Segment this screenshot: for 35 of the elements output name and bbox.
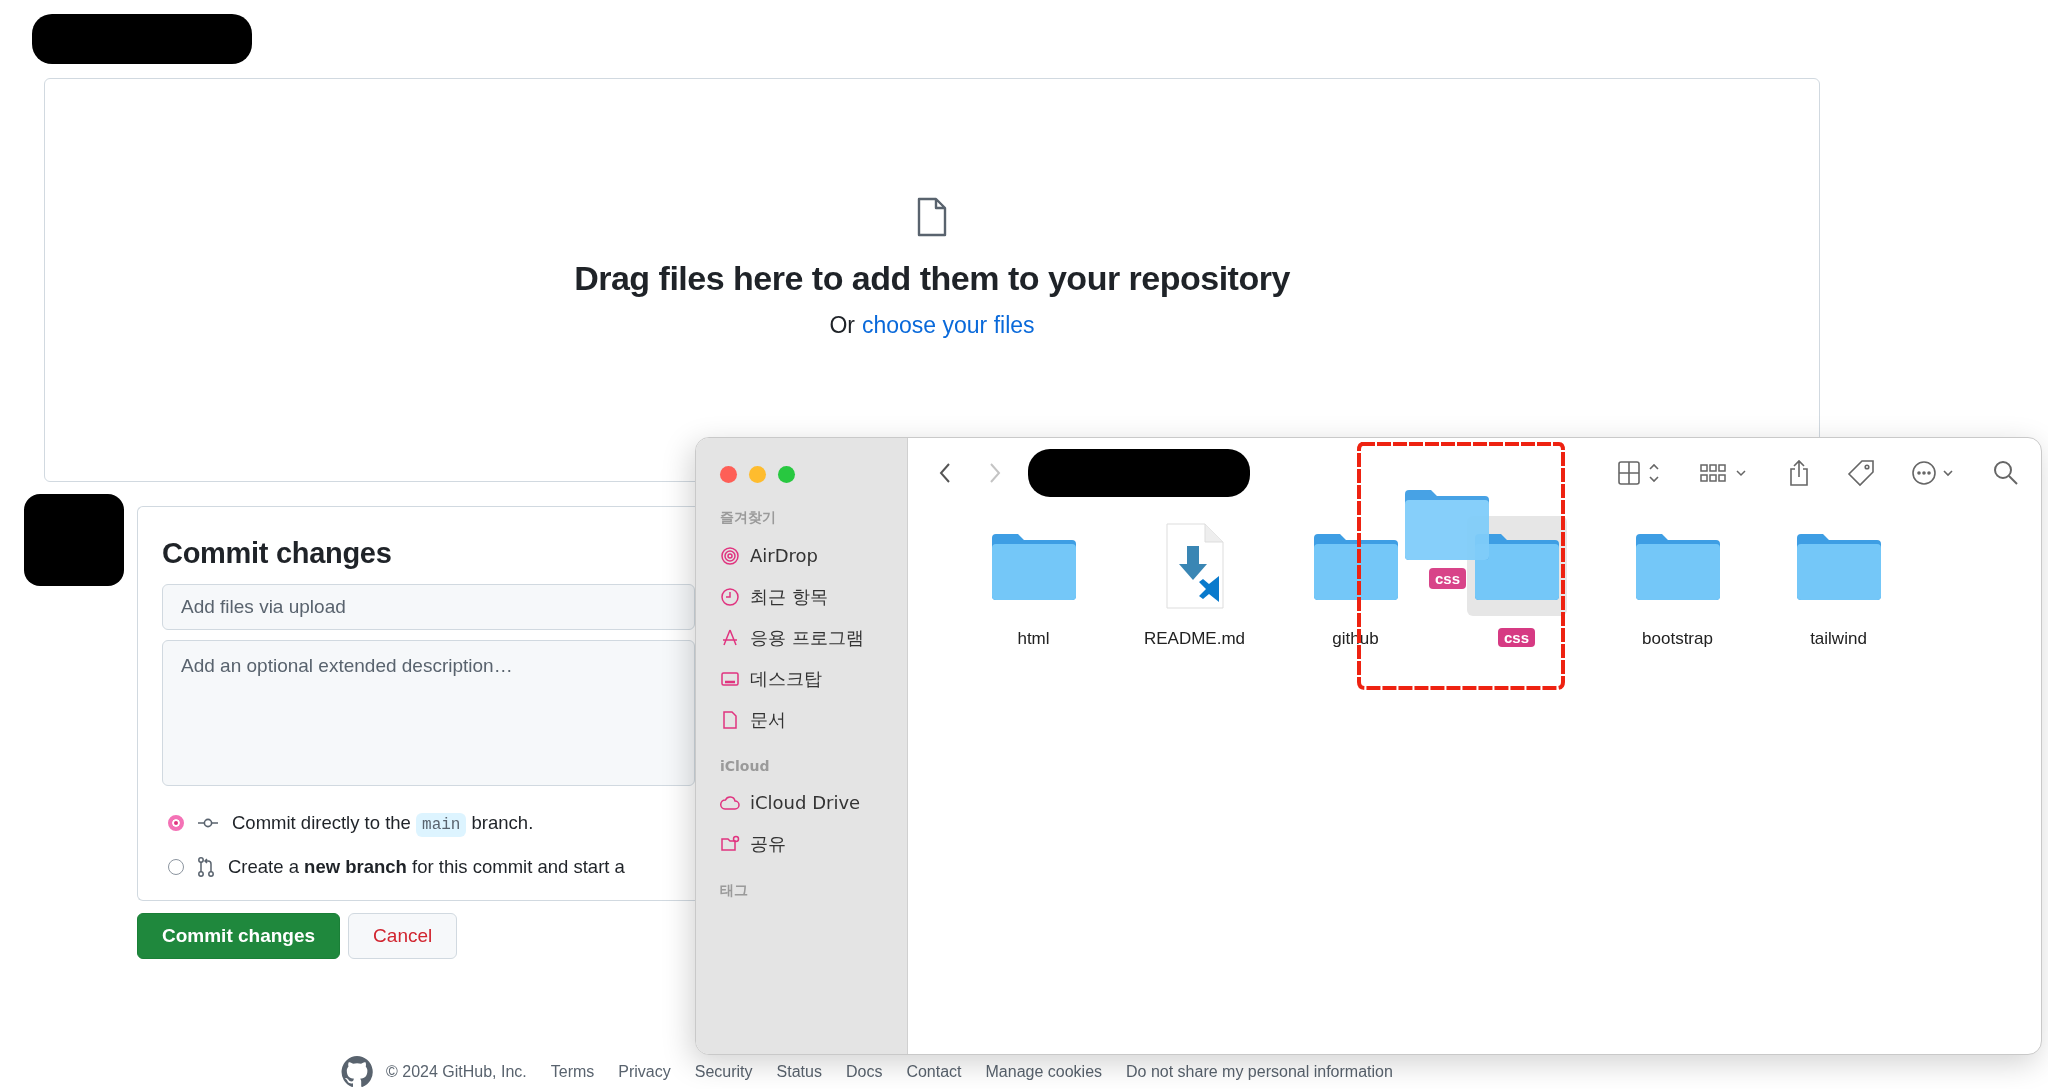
description-field[interactable]: Add an optional extended description… (162, 640, 695, 786)
radio-label: Commit directly to the main branch. (232, 812, 534, 834)
summary-field[interactable]: Add files via upload (162, 584, 695, 630)
file-name[interactable]: html (1011, 628, 1056, 650)
commit-title: Commit changes (162, 537, 392, 570)
radio-label: Create a new branch for this commit and start a (228, 856, 625, 878)
footer-link[interactable]: Security (694, 1063, 753, 1081)
cancel-button[interactable]: Cancel (348, 913, 458, 959)
sidebar-item[interactable]: 데스크탑 (720, 658, 907, 699)
sidebar-header: 태그 (720, 882, 749, 900)
footer-link[interactable]: Manage cookies (985, 1063, 1103, 1081)
file-name[interactable]: README.md (1137, 628, 1252, 650)
footer-link[interactable]: Privacy (618, 1063, 671, 1081)
commit-button[interactable]: Commit changes (137, 913, 341, 959)
footer-link[interactable]: Terms (550, 1063, 595, 1081)
sidebar-item[interactable]: 최근 항목 (720, 576, 907, 617)
footer-link[interactable]: Contact (906, 1063, 962, 1081)
sidebar-item[interactable]: 문서 (720, 699, 907, 740)
choose-files-link[interactable]: choose your files (862, 312, 1035, 339)
footer-link[interactable]: Docs (845, 1063, 883, 1081)
sidebar-item[interactable]: iCloud Drive (720, 782, 907, 823)
file-name[interactable]: bootstrap (1636, 628, 1719, 650)
file-name[interactable]: tailwind (1804, 628, 1873, 650)
footer-link[interactable]: Do not share my personal information (1126, 1063, 1393, 1081)
dragged-file-name: css (1429, 568, 1467, 589)
sidebar-item[interactable]: 응용 프로그램 (720, 617, 907, 658)
prompt-text: Or (829, 312, 855, 339)
sidebar-item[interactable]: AirDrop (720, 535, 907, 576)
sidebar-header: iCloud (720, 758, 771, 774)
dropzone-heading: Drag files here to add them to your repository (574, 259, 1290, 298)
sidebar-header: 즐겨찾기 (720, 509, 777, 527)
copyright-text: © 2024 GitHub, Inc. (386, 1063, 527, 1081)
file-name[interactable]: css (1498, 628, 1535, 647)
sidebar-item[interactable]: 공유 (720, 823, 907, 864)
footer-link[interactable]: Status (776, 1063, 822, 1081)
